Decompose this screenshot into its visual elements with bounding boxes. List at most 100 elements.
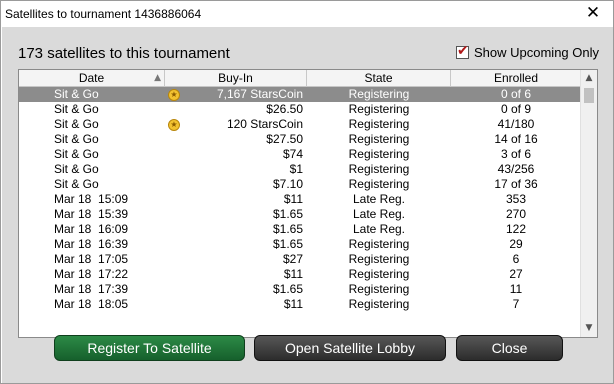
open-satellite-lobby-button[interactable]: Open Satellite Lobby [254, 335, 446, 361]
cell-enrolled: 270 [505, 207, 527, 221]
coin-cell [165, 282, 183, 297]
column-header-date[interactable]: Date ▲ [19, 70, 165, 87]
cell-date: Sit & Go [54, 87, 99, 101]
cell-date: Mar 18 15:39 [54, 207, 129, 221]
vertical-scrollbar[interactable]: ▲ ▼ [580, 70, 597, 337]
satellite-count-heading: 173 satellites to this tournament [18, 45, 230, 62]
cell-buyin: $1.65 [272, 282, 303, 296]
cell-date: Mar 18 16:09 [54, 222, 129, 236]
satellites-table: Date ▲ Buy-In State Enrolled Sit & Go ★ 7,… [18, 69, 598, 338]
table-row[interactable]: Mar 18 17:05 $27 Registering 6 [19, 252, 581, 267]
table-row[interactable]: Mar 18 17:22 $11 Registering 27 [19, 267, 581, 282]
coin-cell [165, 192, 183, 207]
cell-buyin: $11 [283, 192, 303, 206]
table-row[interactable]: Mar 18 16:09 $1.65 Late Reg. 122 [19, 222, 581, 237]
sort-ascending-icon: ▲ [154, 73, 161, 83]
cell-state: Registering [348, 282, 410, 296]
show-upcoming-toggle[interactable]: Show Upcoming Only [456, 43, 599, 60]
cell-state: Registering [348, 237, 410, 251]
cell-enrolled: 14 of 16 [494, 132, 538, 146]
cell-date: Sit & Go [54, 162, 99, 176]
table-row[interactable]: Mar 18 15:39 $1.65 Late Reg. 270 [19, 207, 581, 222]
cell-buyin: $11 [283, 267, 303, 281]
table-row[interactable]: Sit & Go $1 Registering 43/256 [19, 162, 581, 177]
table-row[interactable]: Mar 18 15:09 $11 Late Reg. 353 [19, 192, 581, 207]
close-button[interactable]: Close [456, 335, 563, 361]
show-upcoming-label: Show Upcoming Only [474, 45, 599, 60]
cell-state: Registering [348, 147, 410, 161]
cell-date: Sit & Go [54, 132, 99, 146]
table-row[interactable]: Sit & Go ★ 7,167 StarsCoin Registering 0 of … [19, 87, 581, 102]
cell-state: Registering [348, 102, 410, 116]
cell-date: Mar 18 17:05 [54, 252, 129, 266]
cell-buyin: 120 StarsCoin [226, 117, 303, 131]
cell-date: Mar 18 16:39 [54, 237, 129, 251]
table-row[interactable]: Mar 18 18:05 $11 Registering 7 [19, 297, 581, 312]
cell-buyin: $27 [282, 252, 303, 266]
coin-cell: ★ [165, 87, 183, 102]
title-bar: Satellites to tournament 1436886064 ✕ [1, 1, 613, 27]
coin-cell [165, 252, 183, 267]
column-header-buyin[interactable]: Buy-In [165, 70, 307, 87]
coin-cell [165, 102, 183, 117]
table-row[interactable]: Sit & Go $7.10 Registering 17 of 36 [19, 177, 581, 192]
cell-state: Registering [348, 87, 410, 101]
cell-buyin: $11 [283, 297, 303, 311]
column-header-enrolled[interactable]: Enrolled [451, 70, 581, 87]
cell-state: Registering [348, 162, 410, 176]
cell-enrolled: 29 [509, 237, 523, 251]
coin-cell [165, 147, 183, 162]
table-row[interactable]: Sit & Go ★ 120 StarsCoin Registering 41/180 [19, 117, 581, 132]
cell-enrolled: 7 [512, 297, 520, 311]
cell-enrolled: 353 [505, 192, 527, 206]
cell-date: Mar 18 18:05 [54, 297, 129, 311]
cell-state: Registering [348, 297, 410, 311]
table-header: Date ▲ Buy-In State Enrolled [19, 70, 581, 87]
coin-cell [165, 132, 183, 147]
dialog-body: 173 satellites to this tournament Show U… [2, 27, 613, 383]
table-body: Sit & Go ★ 7,167 StarsCoin Registering 0 of … [19, 87, 581, 337]
cell-buyin: $1.65 [272, 222, 303, 236]
cell-state: Registering [348, 252, 410, 266]
column-header-state[interactable]: State [307, 70, 451, 87]
table-row[interactable]: Sit & Go $26.50 Registering 0 of 9 [19, 102, 581, 117]
cell-state: Late Reg. [352, 207, 406, 221]
scroll-down-icon[interactable]: ▼ [581, 320, 597, 337]
cell-date: Mar 18 17:39 [54, 282, 129, 296]
show-upcoming-checkbox[interactable] [456, 43, 469, 59]
cell-enrolled: 122 [505, 222, 527, 236]
coin-cell: ★ [165, 117, 183, 132]
cell-date: Sit & Go [54, 147, 99, 161]
coin-cell [165, 237, 183, 252]
cell-buyin: 7,167 StarsCoin [216, 87, 303, 101]
table-row[interactable]: Mar 18 17:39 $1.65 Registering 11 [19, 282, 581, 297]
table-row[interactable]: Sit & Go $27.50 Registering 14 of 16 [19, 132, 581, 147]
satellites-dialog: Satellites to tournament 1436886064 ✕ 17… [0, 0, 614, 384]
cell-enrolled: 6 [512, 252, 520, 266]
coin-cell [165, 162, 183, 177]
cell-buyin: $26.50 [266, 102, 303, 116]
cell-enrolled: 27 [509, 267, 523, 281]
cell-enrolled: 41/180 [497, 117, 535, 131]
window-close-icon[interactable]: ✕ [573, 1, 613, 27]
cell-date: Mar 18 17:22 [54, 267, 129, 281]
cell-buyin: $74 [282, 147, 303, 161]
starscoin-icon: ★ [168, 118, 180, 131]
cell-enrolled: 17 of 36 [494, 177, 538, 191]
cell-state: Late Reg. [352, 222, 406, 236]
register-to-satellite-button[interactable]: Register To Satellite [54, 335, 245, 361]
cell-buyin: $27.50 [266, 132, 303, 146]
cell-date: Sit & Go [54, 102, 99, 116]
table-row[interactable]: Mar 18 16:39 $1.65 Registering 29 [19, 237, 581, 252]
coin-cell [165, 222, 183, 237]
scroll-thumb[interactable] [584, 88, 594, 103]
table-row[interactable]: Sit & Go $74 Registering 3 of 6 [19, 147, 581, 162]
cell-buyin: $7.10 [272, 177, 303, 191]
cell-enrolled: 11 [509, 282, 523, 296]
cell-state: Registering [348, 132, 410, 146]
starscoin-icon: ★ [168, 88, 180, 101]
coin-cell [165, 177, 183, 192]
cell-state: Registering [348, 267, 410, 281]
scroll-up-icon[interactable]: ▲ [581, 70, 597, 87]
cell-buyin: $1 [289, 162, 303, 176]
